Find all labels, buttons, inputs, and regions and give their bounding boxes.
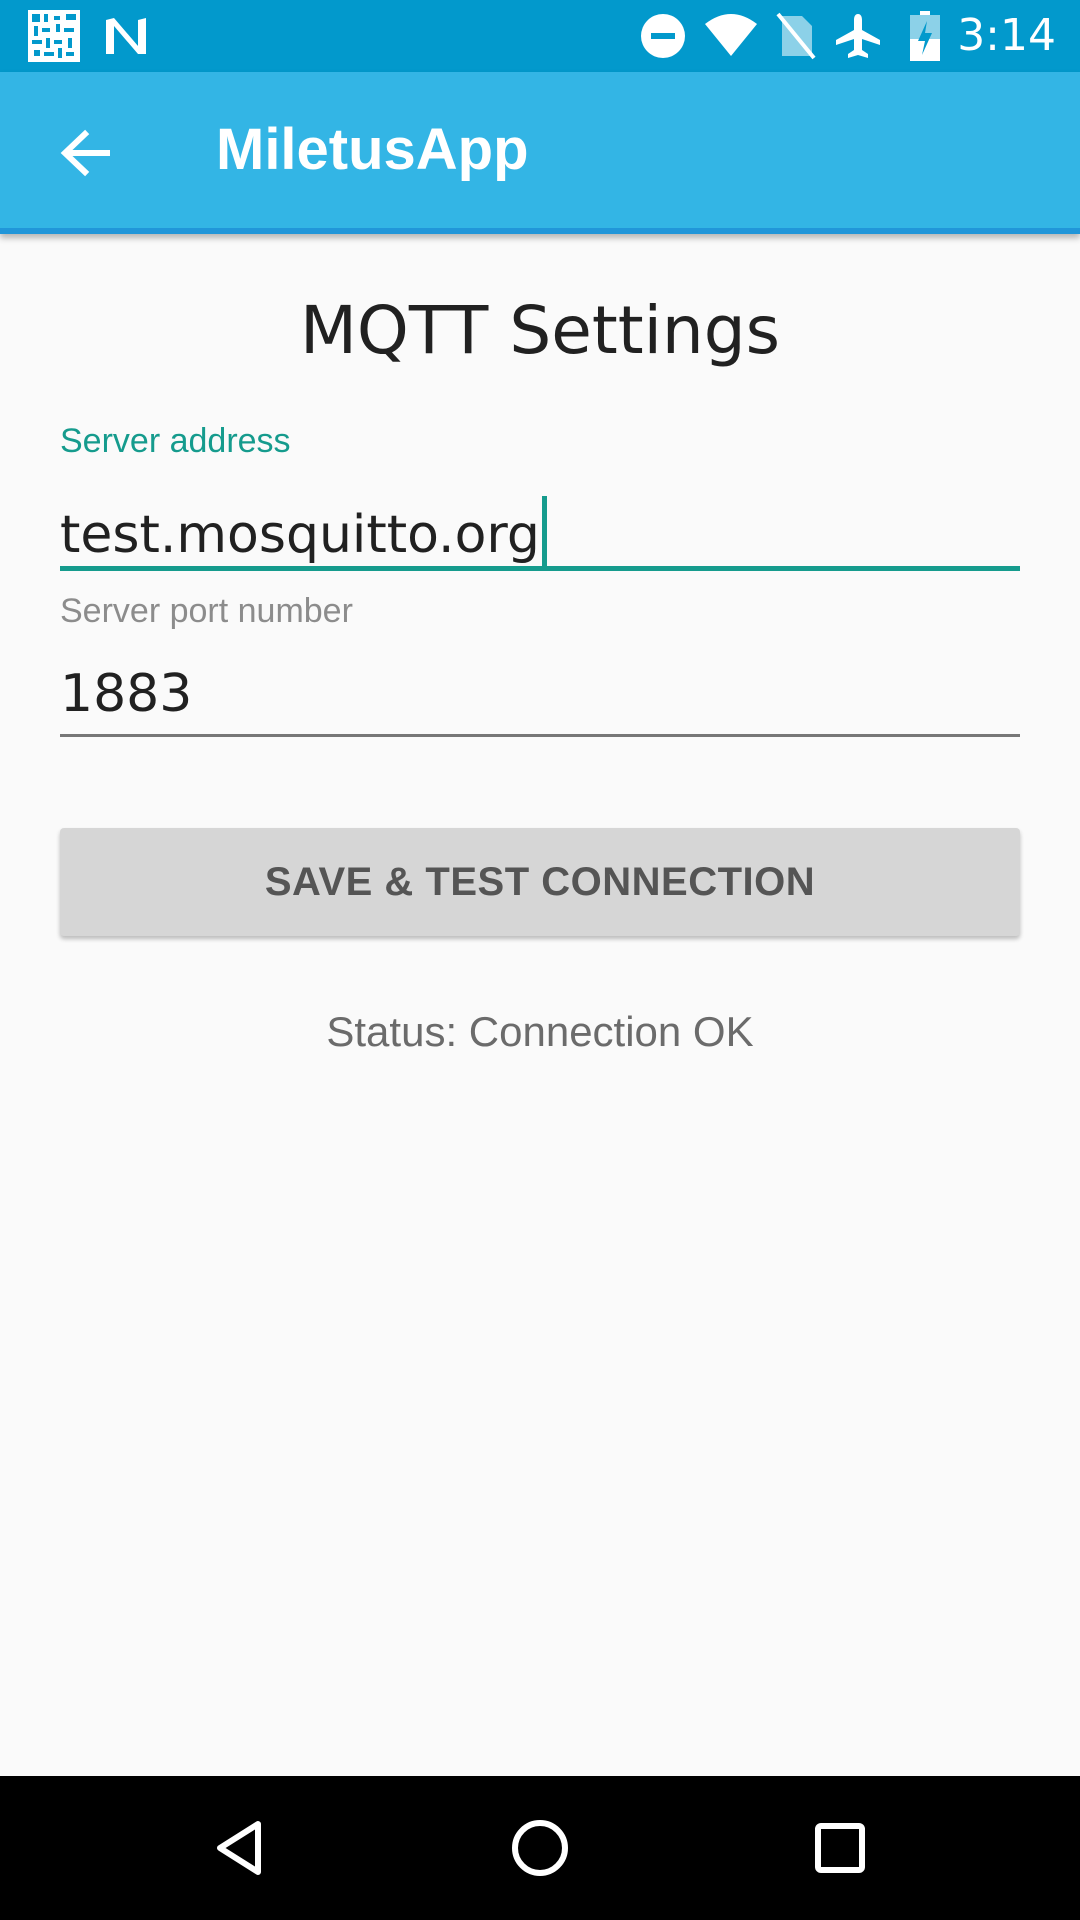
do-not-disturb-icon [640, 0, 686, 72]
wifi-icon [704, 0, 758, 72]
server-port-value: 1883 [60, 664, 193, 724]
app-title: MiletusApp [216, 117, 529, 182]
battery-charging-icon [910, 0, 940, 72]
navigation-bar [0, 1776, 1080, 1920]
qr-code-icon [28, 0, 80, 72]
server-port-underline [60, 734, 1020, 737]
home-circle-icon [512, 1820, 568, 1876]
clock: 3:14 [957, 10, 1056, 61]
back-triangle-icon [217, 1821, 261, 1875]
server-address-underline [60, 566, 1020, 571]
page-title: MQTT Settings [299, 292, 781, 369]
recents-square-icon [815, 1823, 865, 1873]
server-port-label: Server port number [60, 592, 353, 630]
server-address-label: Server address [60, 422, 291, 460]
server-address-value: test.mosquitto.org [60, 505, 540, 565]
back-button[interactable] [40, 108, 130, 198]
server-address-field[interactable]: test.mosquitto.org [60, 496, 1020, 568]
server-port-field[interactable]: 1883 [60, 664, 1020, 724]
app-bar: MiletusApp [0, 72, 1080, 234]
status-bar: 3:14 [0, 0, 1080, 72]
connection-status: Status: Connection OK [326, 1008, 754, 1055]
save-test-connection-button[interactable]: SAVE & TEST CONNECTION [60, 828, 1020, 936]
arrow-back-icon [60, 129, 110, 177]
nav-home-button[interactable] [490, 1798, 590, 1898]
nav-back-button[interactable] [190, 1798, 290, 1898]
airplane-icon [834, 0, 882, 72]
text-cursor [541, 496, 547, 568]
nav-recents-button[interactable] [790, 1798, 890, 1898]
n-badge-icon [104, 0, 148, 72]
no-sim-icon [776, 0, 816, 72]
